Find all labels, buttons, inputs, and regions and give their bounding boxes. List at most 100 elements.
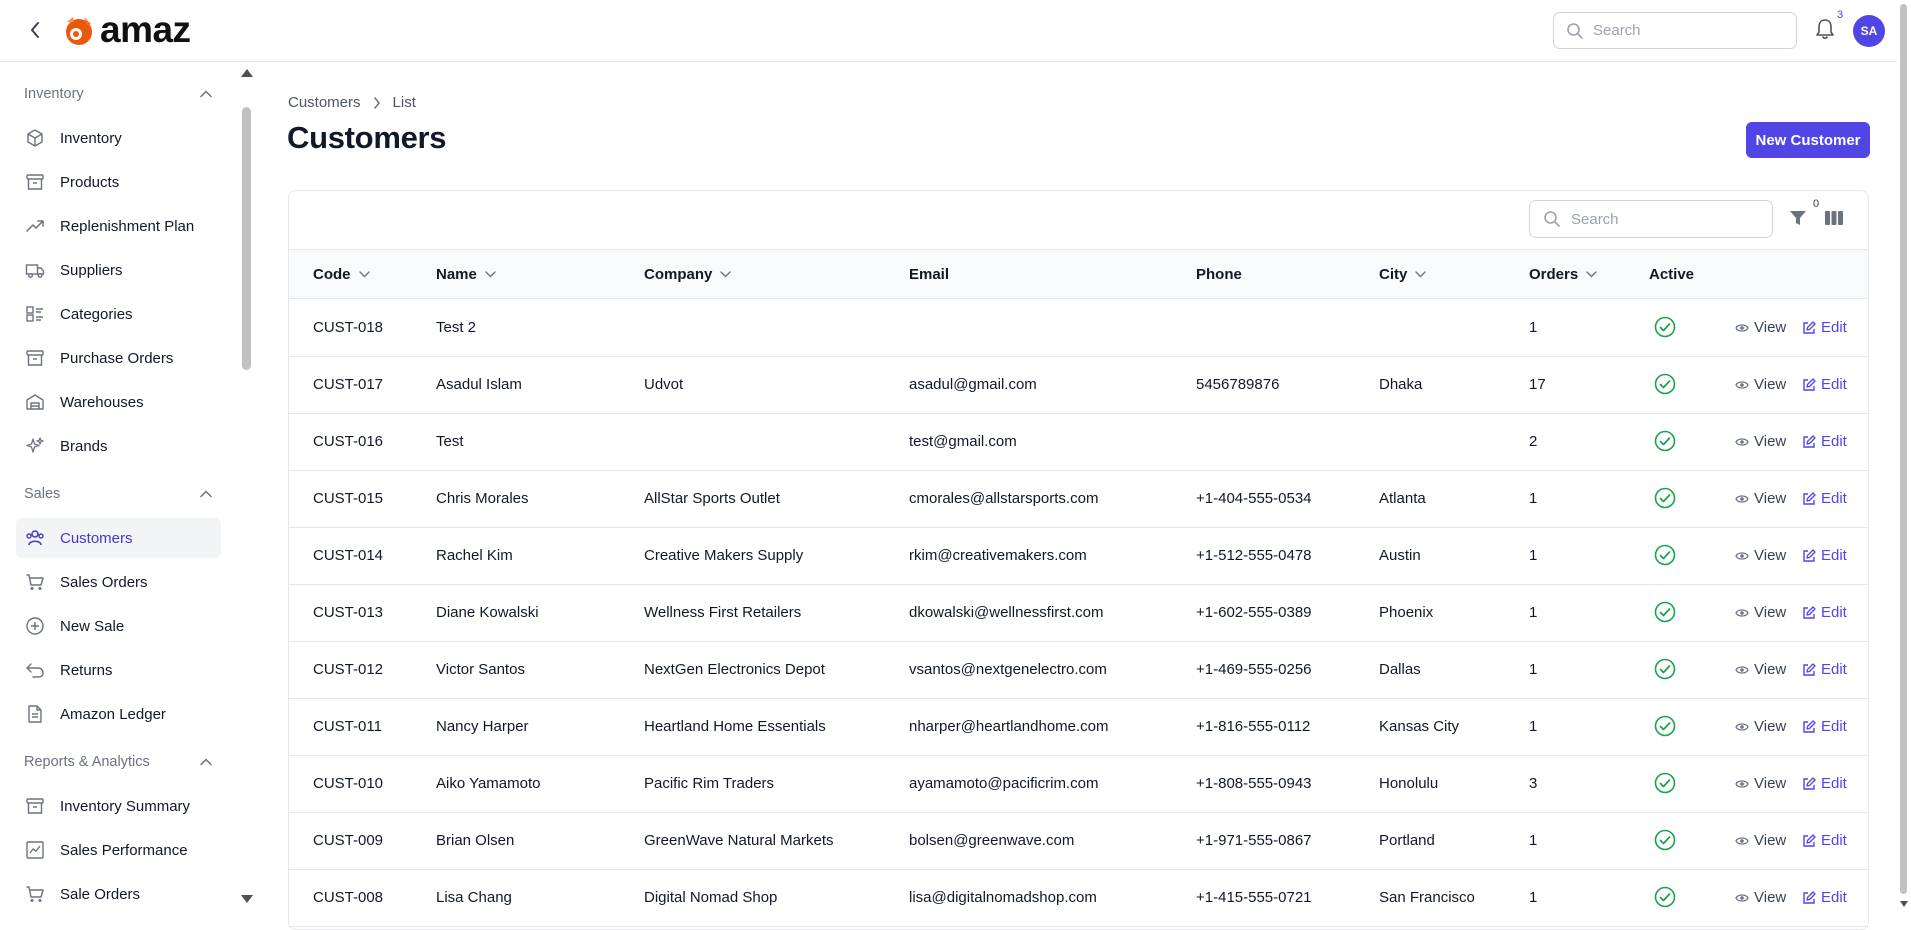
view-button[interactable]: View [1735, 832, 1786, 849]
user-avatar[interactable]: SA [1853, 15, 1885, 47]
sidebar-item-purchase-orders[interactable]: Purchase Orders [16, 338, 221, 378]
cell-orders: 1 [1529, 319, 1538, 336]
sidebar-section-inventory[interactable]: Inventory [24, 83, 212, 105]
edit-label: Edit [1821, 319, 1847, 336]
edit-label: Edit [1821, 547, 1847, 564]
view-button[interactable]: View [1735, 433, 1786, 450]
sidebar-item-customers[interactable]: Customers [16, 518, 221, 558]
edit-label: Edit [1821, 775, 1847, 792]
sidebar-item-replenishment-plan[interactable]: Replenishment Plan [16, 206, 221, 246]
sidebar-item-label: Warehouses [60, 393, 144, 411]
cell-email: rkim@creativemakers.com [909, 547, 1087, 564]
returns-icon [26, 663, 44, 678]
edit-button[interactable]: Edit [1802, 604, 1847, 621]
cell-phone: +1-469-555-0256 [1196, 661, 1312, 678]
view-button[interactable]: View [1735, 376, 1786, 393]
page-scrollbar[interactable] [1897, 0, 1911, 909]
global-search[interactable] [1553, 12, 1797, 49]
cell-company: Wellness First Retailers [644, 604, 802, 621]
view-label: View [1754, 376, 1787, 393]
column-header-orders[interactable]: Orders [1529, 266, 1597, 283]
sidebar-section-sales[interactable]: Sales [24, 483, 212, 505]
eye-icon [1735, 323, 1749, 332]
sidebar-scrollbar[interactable] [238, 63, 254, 909]
table-search-input[interactable] [1571, 210, 1751, 228]
column-header-label: Phone [1196, 266, 1242, 283]
view-label: View [1754, 718, 1787, 735]
view-button[interactable]: View [1735, 319, 1786, 336]
table-row: CUST-016 Test test@gmail.com 2 View Edit [289, 414, 1868, 471]
notifications-button[interactable] [1814, 17, 1838, 43]
sales-performance-icon [26, 841, 44, 859]
edit-button[interactable]: Edit [1802, 547, 1847, 564]
notification-badge: 3 [1837, 9, 1844, 21]
view-button[interactable]: View [1735, 490, 1786, 507]
edit-button[interactable]: Edit [1802, 376, 1847, 393]
sidebar-item-categories[interactable]: Categories [16, 294, 221, 334]
page-scroll-down-arrow[interactable] [1900, 901, 1908, 907]
page-scrollbar-thumb[interactable] [1900, 4, 1907, 894]
chevron-down-icon [720, 271, 732, 278]
sidebar-item-brands[interactable]: Brands [16, 426, 221, 466]
view-button[interactable]: View [1735, 775, 1786, 792]
view-button[interactable]: View [1735, 661, 1786, 678]
app-logo[interactable]: amaz [62, 10, 191, 50]
view-button[interactable]: View [1735, 718, 1786, 735]
sidebar-item-returns[interactable]: Returns [16, 650, 221, 690]
edit-button[interactable]: Edit [1802, 775, 1847, 792]
sidebar-item-new-sale[interactable]: New Sale [16, 606, 221, 646]
edit-icon [1803, 833, 1816, 847]
cell-phone: +1-808-555-0943 [1196, 775, 1312, 792]
cell-company: NextGen Electronics Depot [644, 661, 825, 678]
sidebar-scroll-up-arrow[interactable] [241, 69, 253, 77]
active-check-icon [1654, 829, 1676, 851]
view-label: View [1754, 775, 1787, 792]
sidebar-item-sales-orders[interactable]: Sales Orders [16, 562, 221, 602]
edit-button[interactable]: Edit [1802, 832, 1847, 849]
table-row: CUST-012 Victor Santos NextGen Electronics… [289, 642, 1868, 699]
cell-code: CUST-018 [313, 319, 384, 336]
cell-name: Diane Kowalski [436, 604, 539, 621]
column-header-company[interactable]: Company [644, 266, 732, 283]
new-customer-button[interactable]: New Customer [1746, 122, 1870, 158]
chevron-down-icon [1586, 271, 1597, 278]
cell-orders: 1 [1529, 547, 1538, 564]
sidebar-item-warehouses[interactable]: Warehouses [16, 382, 221, 422]
sidebar-item-products[interactable]: Products [16, 162, 221, 202]
sidebar-section-reports-and-analytics[interactable]: Reports & Analytics [24, 751, 212, 773]
sidebar-item-amazon-ledger[interactable]: Amazon Ledger [16, 694, 221, 734]
sidebar-item-inventory-summary[interactable]: Inventory Summary [16, 786, 221, 826]
column-header-name[interactable]: Name [436, 266, 496, 283]
columns-toggle-button[interactable] [1824, 208, 1846, 230]
column-header-city[interactable]: City [1379, 266, 1427, 283]
table-row: CUST-008 Lisa Chang Digital Nomad Shop lisa… [289, 870, 1868, 927]
edit-button[interactable]: Edit [1802, 319, 1847, 336]
column-header-code[interactable]: Code [313, 266, 370, 283]
edit-icon [1803, 662, 1816, 676]
view-button[interactable]: View [1735, 604, 1786, 621]
chevron-down-icon [1415, 271, 1427, 278]
sidebar-scrollbar-thumb[interactable] [242, 107, 251, 370]
sidebar-item-sale-orders[interactable]: Sale Orders [16, 874, 221, 914]
edit-button[interactable]: Edit [1802, 889, 1847, 906]
cell-name: Test [436, 433, 464, 450]
edit-button[interactable]: Edit [1802, 490, 1847, 507]
back-button[interactable] [22, 17, 48, 43]
view-button[interactable]: View [1735, 547, 1786, 564]
column-header-label: Email [909, 266, 950, 283]
cell-orders: 1 [1529, 490, 1538, 507]
edit-button[interactable]: Edit [1802, 718, 1847, 735]
sale-orders-icon [26, 886, 44, 902]
view-button[interactable]: View [1735, 889, 1786, 906]
sidebar-item-suppliers[interactable]: Suppliers [16, 250, 221, 290]
table-search[interactable] [1529, 200, 1773, 238]
eye-icon [1735, 608, 1749, 617]
edit-button[interactable]: Edit [1802, 661, 1847, 678]
sidebar-item-inventory[interactable]: Inventory [16, 118, 221, 158]
sidebar-scroll-down-arrow[interactable] [241, 895, 253, 903]
global-search-input[interactable] [1593, 22, 1773, 39]
edit-button[interactable]: Edit [1802, 433, 1847, 450]
breadcrumb-root[interactable]: Customers [288, 94, 361, 111]
sidebar-item-sales-performance[interactable]: Sales Performance [16, 830, 221, 870]
filter-button[interactable] [1788, 208, 1810, 230]
